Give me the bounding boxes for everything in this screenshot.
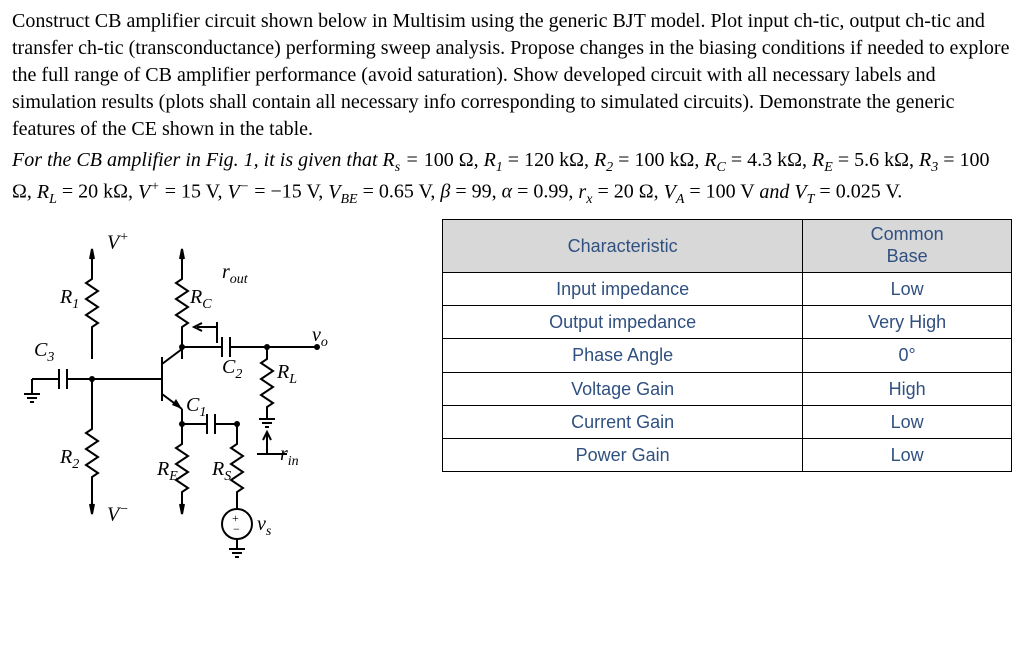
lbl-vo: vo bbox=[312, 322, 328, 353]
lbl-C1: C1 bbox=[186, 392, 206, 423]
val-Vplus: 15 V bbox=[181, 181, 218, 203]
val-RC: 4.3 kΩ bbox=[747, 149, 802, 171]
problem-paragraph: Construct CB amplifier circuit shown bel… bbox=[12, 8, 1012, 143]
given-intro: For the CB amplifier in Fig. 1, it is gi… bbox=[12, 149, 395, 171]
table-row: Voltage GainHigh bbox=[443, 372, 1012, 405]
lbl-RS: RS bbox=[212, 456, 231, 487]
val-Rs: 100 Ω bbox=[424, 149, 474, 171]
val-R1: 120 kΩ bbox=[524, 149, 584, 171]
val-Vminus: −15 V bbox=[270, 181, 318, 203]
lbl-vs: vs bbox=[257, 511, 271, 542]
val-R2: 100 kΩ bbox=[634, 149, 694, 171]
lbl-rout: rout bbox=[222, 259, 248, 290]
lbl-R1: R1 bbox=[60, 284, 79, 315]
val-beta: 99 bbox=[472, 181, 492, 203]
lbl-rin: rin bbox=[280, 441, 299, 472]
svg-text:−: − bbox=[233, 522, 240, 536]
table-row: Power GainLow bbox=[443, 439, 1012, 472]
table-row: Output impedanceVery High bbox=[443, 305, 1012, 338]
th-characteristic: Characteristic bbox=[443, 220, 803, 272]
val-VT: 0.025 V bbox=[836, 181, 898, 203]
lbl-R2: R2 bbox=[60, 444, 79, 475]
val-rx: 20 Ω bbox=[614, 181, 654, 203]
lbl-Vminus: V− bbox=[107, 501, 129, 529]
lbl-C3: C3 bbox=[34, 337, 54, 368]
characteristics-table: Characteristic CommonBase Input impedanc… bbox=[442, 219, 1012, 472]
val-alpha: 0.99 bbox=[533, 181, 568, 203]
given-values-paragraph: For the CB amplifier in Fig. 1, it is gi… bbox=[12, 147, 1012, 209]
val-RL: 20 kΩ bbox=[78, 181, 128, 203]
lbl-C2: C2 bbox=[222, 354, 242, 385]
val-VA: 100 V bbox=[706, 181, 755, 203]
table-row: Phase Angle0° bbox=[443, 339, 1012, 372]
lbl-Vplus: V+ bbox=[107, 229, 129, 257]
th-common-base: CommonBase bbox=[803, 220, 1012, 272]
val-VBE: 0.65 V bbox=[379, 181, 431, 203]
lbl-RE: RE bbox=[157, 456, 178, 487]
lbl-RC: RC bbox=[190, 284, 212, 315]
lbl-RL: RL bbox=[277, 359, 297, 390]
table-row: Input impedanceLow bbox=[443, 272, 1012, 305]
table-row: Current GainLow bbox=[443, 405, 1012, 438]
val-RE: 5.6 kΩ bbox=[854, 149, 909, 171]
circuit-diagram: + − V+ R1 RC rout C2 RL vo C3 R2 C1 RE R… bbox=[12, 219, 342, 569]
